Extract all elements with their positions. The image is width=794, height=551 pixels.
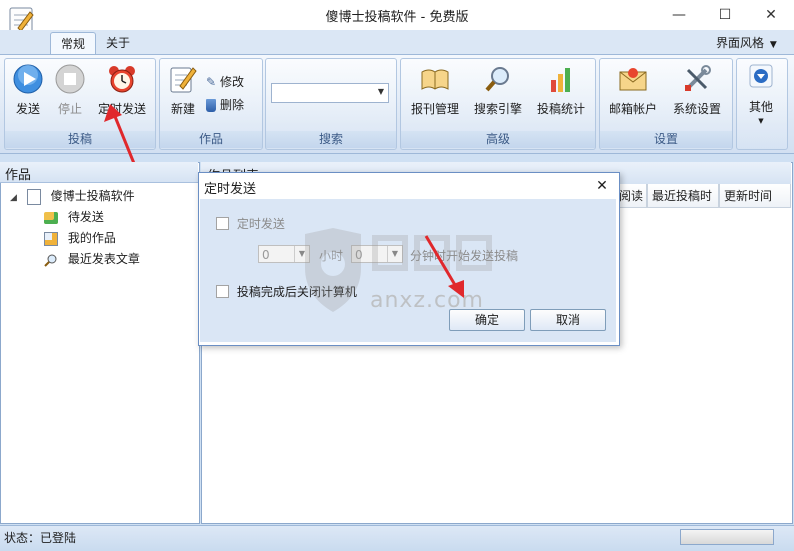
chevron-down-icon: ▼ [377, 87, 384, 96]
chevron-down-icon: ▼ [758, 117, 764, 125]
dialog-title: 定时发送 [204, 182, 257, 197]
progress-bar [680, 529, 774, 545]
theme-menu[interactable]: 界面风格 ▼ [716, 32, 777, 54]
dialog-close-button[interactable]: ✕ [592, 176, 612, 196]
stop-label: 停止 [57, 102, 82, 116]
system-settings-label: 系统设置 [672, 102, 721, 116]
works-pane-title: 作品 [5, 168, 32, 183]
delete-button[interactable]: 删除 [206, 96, 244, 114]
hours-value: 0 [262, 248, 270, 262]
ribbon-group-label: 作品 [160, 131, 262, 148]
annotation-arrow-icon [424, 235, 464, 298]
notepad-icon [26, 188, 41, 205]
play-icon [13, 64, 43, 94]
theme-menu-label: 界面风格 [716, 36, 765, 50]
edit-button[interactable]: ✎ 修改 [206, 73, 244, 91]
close-button[interactable]: ✕ [748, 0, 794, 30]
minimize-button[interactable]: — [656, 0, 702, 30]
checkbox-box [216, 217, 229, 230]
send-button[interactable]: 发送 [10, 64, 46, 117]
magnifier-icon [483, 64, 513, 94]
status-text: 状态：已登陆 [4, 531, 77, 545]
column-header-updated[interactable]: 更新时间 [719, 184, 791, 208]
trash-icon [206, 99, 216, 112]
status-bar [0, 525, 794, 551]
envelope-icon [618, 64, 648, 94]
delete-label: 删除 [220, 98, 245, 112]
search-document-icon [44, 253, 58, 267]
tree-item-pending[interactable]: 待发送 [44, 208, 104, 225]
edit-label: 修改 [220, 75, 245, 89]
works-pane-header: 作品 [0, 162, 198, 183]
checkbox-box [216, 285, 229, 298]
journal-manage-button[interactable]: 报刊管理 [408, 64, 462, 117]
timed-send-checkbox[interactable]: 定时发送 [216, 215, 285, 232]
tree-item-label: 我的作品 [67, 231, 116, 245]
timed-send-checkbox-label: 定时发送 [236, 217, 285, 231]
tree-item-recent-published[interactable]: 最近发表文章 [44, 250, 140, 267]
open-book-icon [420, 64, 450, 94]
ribbon-group-label: 设置 [600, 131, 732, 148]
submit-stats-label: 投稿统计 [536, 102, 585, 116]
minimize-icon: — [672, 7, 686, 23]
alarm-clock-icon [107, 64, 137, 94]
tree-item-label: 待发送 [67, 210, 104, 224]
tab-about[interactable]: 关于 [100, 32, 136, 54]
collapse-triangle-icon: ◢ [10, 193, 17, 203]
search-combobox[interactable]: ▼ [271, 83, 389, 103]
chevron-down-icon: ▼ [769, 40, 777, 50]
new-document-icon [168, 64, 198, 94]
new-button[interactable]: 新建 [166, 64, 200, 117]
submit-stats-button[interactable]: 投稿统计 [534, 64, 588, 117]
down-arrow-circle-icon [749, 64, 773, 88]
mail-account-label: 邮箱帐户 [608, 102, 657, 116]
tools-icon [682, 64, 712, 94]
send-label: 发送 [15, 102, 40, 116]
ribbon-group-label: 高级 [401, 131, 595, 148]
stop-icon [55, 64, 85, 94]
journal-manage-label: 报刊管理 [410, 102, 459, 116]
maximize-icon: ☐ [718, 7, 732, 23]
close-icon: ✕ [765, 7, 777, 23]
pending-folder-icon [44, 211, 58, 224]
other-label: 其他 [748, 100, 773, 114]
document-icon [44, 231, 58, 246]
close-icon: ✕ [596, 178, 608, 194]
tree-root[interactable]: ◢ 傻博士投稿软件 [10, 187, 135, 205]
bar-chart-icon [546, 64, 576, 94]
maximize-button[interactable]: ☐ [702, 0, 748, 30]
system-settings-button[interactable]: 系统设置 [668, 64, 726, 117]
tree-item-label: 最近发表文章 [67, 252, 140, 266]
ribbon-group-search: 搜索 [265, 58, 397, 150]
ribbon-group-label: 搜索 [266, 131, 396, 148]
column-header-last-submit[interactable]: 最近投稿时 [647, 184, 719, 208]
mail-account-button[interactable]: 邮箱帐户 [606, 64, 660, 117]
search-engine-label: 搜索引擎 [473, 102, 522, 116]
tab-general[interactable]: 常规 [50, 32, 96, 55]
tree-item-my-works[interactable]: 我的作品 [44, 229, 116, 246]
cancel-button[interactable]: 取消 [530, 309, 606, 331]
tree-root-label: 傻博士投稿软件 [50, 189, 135, 203]
pencil-icon: ✎ [206, 75, 217, 89]
other-button[interactable]: 其他 ▼ [740, 64, 782, 125]
search-engine-button[interactable]: 搜索引擎 [470, 64, 526, 117]
new-label: 新建 [170, 102, 195, 116]
stop-button[interactable]: 停止 [52, 64, 88, 117]
